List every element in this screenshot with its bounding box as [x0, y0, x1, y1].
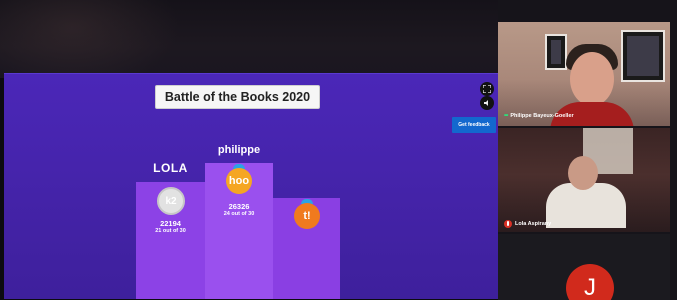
participant-tile[interactable]: ••• Philippe Bayeux-Goeller	[498, 22, 670, 126]
player-score: 26326	[228, 202, 250, 211]
mic-muted-icon	[504, 220, 512, 228]
participant-name: Lola Aspirany	[515, 221, 552, 227]
player-score: 22194	[160, 219, 181, 228]
wall-picture	[545, 34, 567, 70]
participant-video	[546, 183, 626, 228]
player-avatar: hoo	[226, 168, 252, 194]
player-name: philippe	[217, 144, 261, 156]
participant-video	[568, 156, 598, 190]
player-correct-count: 21 out of 30	[155, 228, 186, 234]
participant-video	[570, 52, 614, 106]
participant-name: Philippe Bayeux-Goeller	[510, 113, 574, 119]
quiz-title: Battle of the Books 2020	[155, 85, 320, 109]
quiz-stage: Battle of the Books 2020 Get feedback LO…	[4, 73, 498, 299]
expand-icon[interactable]	[480, 82, 494, 96]
player-avatar: k2	[157, 187, 185, 215]
get-feedback-button[interactable]: Get feedback	[452, 117, 496, 133]
speaker-icon[interactable]	[480, 96, 494, 110]
participant-label: Lola Aspirany	[504, 220, 551, 228]
participant-label: ••• Philippe Bayeux-Goeller	[504, 113, 574, 119]
participant-avatar: J	[566, 264, 614, 300]
participant-tile[interactable]: Lola Aspirany	[498, 128, 670, 232]
player-name: LOLA	[153, 161, 188, 175]
player-avatar: t!	[294, 203, 320, 229]
mic-active-icon: •••	[504, 113, 508, 119]
player-correct-count: 24 out of 30	[223, 211, 255, 217]
participant-tile[interactable]: J	[498, 234, 670, 300]
wall-picture	[621, 30, 665, 82]
